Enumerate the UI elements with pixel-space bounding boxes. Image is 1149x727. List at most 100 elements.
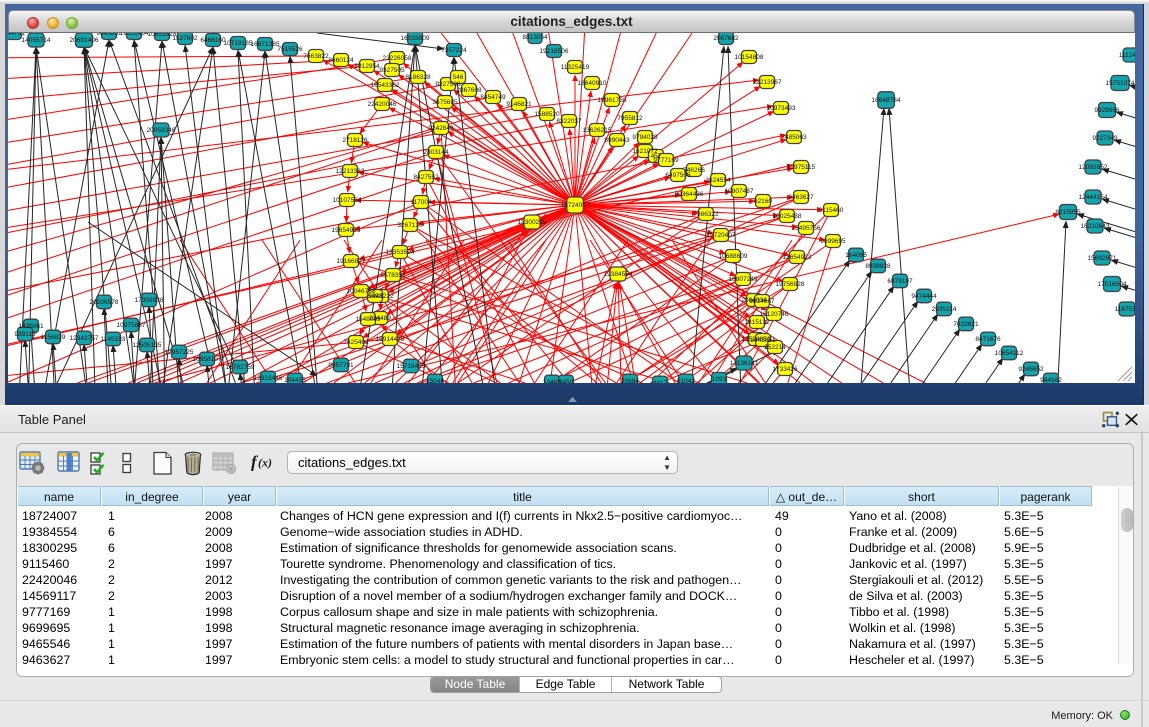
svg-text:20364436: 20364436 xyxy=(675,191,704,198)
svg-text:9327505: 9327505 xyxy=(379,67,405,74)
svg-text:19218506: 19218506 xyxy=(540,48,569,55)
svg-text:11325419: 11325419 xyxy=(561,64,590,71)
svg-text:16671385: 16671385 xyxy=(251,41,280,48)
svg-text:16961758: 16961758 xyxy=(598,97,627,104)
svg-text:15046: 15046 xyxy=(426,378,444,383)
svg-text:12923446: 12923446 xyxy=(254,375,283,382)
svg-text:15720407: 15720407 xyxy=(707,232,736,239)
svg-text:9699695: 9699695 xyxy=(820,238,846,245)
svg-text:104455: 104455 xyxy=(284,377,306,383)
svg-text:18807249: 18807249 xyxy=(729,276,758,283)
svg-text:7515526: 7515526 xyxy=(277,46,303,53)
svg-text:10975887: 10975887 xyxy=(117,322,146,329)
svg-text:12505135: 12505135 xyxy=(133,342,162,349)
svg-text:546: 546 xyxy=(453,74,464,81)
svg-text:7955812: 7955812 xyxy=(617,115,643,122)
svg-text:19384554: 19384554 xyxy=(604,271,633,278)
svg-text:12213363: 12213363 xyxy=(336,168,365,175)
svg-text:6466160: 6466160 xyxy=(200,37,226,44)
svg-text:15716485: 15716485 xyxy=(397,363,426,370)
svg-text:944562: 944562 xyxy=(1040,377,1062,383)
svg-text:13626215: 13626215 xyxy=(583,127,612,134)
svg-text:9643361: 9643361 xyxy=(96,33,122,37)
svg-text:3267130: 3267130 xyxy=(397,222,423,229)
svg-text:939119: 939119 xyxy=(14,331,36,338)
svg-text:17957225: 17957225 xyxy=(165,349,194,356)
svg-text:15751074: 15751074 xyxy=(1106,80,1135,87)
svg-text:10025438: 10025438 xyxy=(773,213,802,220)
svg-text:9474444: 9474444 xyxy=(911,293,937,300)
svg-text:9794028: 9794028 xyxy=(632,134,658,141)
svg-text:10807487: 10807487 xyxy=(725,188,754,195)
svg-text:1527602: 1527602 xyxy=(172,35,198,42)
svg-text:17359938: 17359938 xyxy=(135,297,164,304)
svg-text:1815132: 1815132 xyxy=(744,319,770,326)
svg-text:1112473: 1112473 xyxy=(1119,52,1135,59)
svg-text:19654955: 19654955 xyxy=(332,227,361,234)
svg-text:18300295: 18300295 xyxy=(518,219,547,226)
svg-text:10719185: 10719185 xyxy=(224,40,253,47)
svg-text:18724007: 18724007 xyxy=(561,202,590,209)
svg-text:9834067: 9834067 xyxy=(749,298,775,305)
svg-text:9450: 9450 xyxy=(559,379,574,383)
svg-text:5493: 5493 xyxy=(368,293,383,300)
svg-text:10688609: 10688609 xyxy=(719,253,748,260)
svg-text:1588520: 1588520 xyxy=(534,111,560,118)
svg-text:6879197: 6879197 xyxy=(887,278,913,285)
svg-text:9115460: 9115460 xyxy=(819,207,844,214)
svg-text:16033809: 16033809 xyxy=(401,35,430,42)
svg-text:8454749: 8454749 xyxy=(480,94,506,101)
svg-text:8215955: 8215955 xyxy=(1055,209,1081,216)
svg-text:2803144: 2803144 xyxy=(423,149,449,156)
svg-text:16648784: 16648784 xyxy=(872,97,901,104)
svg-text:10107554: 10107554 xyxy=(333,197,362,204)
svg-text:8186328: 8186328 xyxy=(405,74,431,81)
svg-text:16210643: 16210643 xyxy=(1081,223,1110,230)
svg-text:9857791: 9857791 xyxy=(328,362,354,369)
svg-text:23226058: 23226058 xyxy=(383,55,412,62)
svg-text:1435061: 1435061 xyxy=(18,323,44,330)
svg-text:20206578: 20206578 xyxy=(90,299,119,306)
svg-text:2443851: 2443851 xyxy=(750,337,776,344)
svg-text:1156829: 1156829 xyxy=(41,334,66,341)
svg-text:8912954: 8912954 xyxy=(354,63,380,70)
svg-text:1548099: 1548099 xyxy=(355,316,381,323)
svg-text:7485063: 7485063 xyxy=(781,134,807,141)
svg-text:7986322: 7986322 xyxy=(693,211,719,218)
svg-text:4417: 4417 xyxy=(653,380,668,383)
svg-text:20691406: 20691406 xyxy=(70,37,99,44)
svg-text:12444154: 12444154 xyxy=(1079,194,1108,201)
svg-text:9245652: 9245652 xyxy=(1018,366,1044,373)
svg-text:17016504: 17016504 xyxy=(1098,281,1127,288)
svg-text:8427552: 8427552 xyxy=(413,174,439,181)
svg-text:12975115: 12975115 xyxy=(787,164,816,171)
svg-text:10958107: 10958107 xyxy=(193,356,222,363)
svg-text:18640910: 18640910 xyxy=(578,80,607,87)
svg-text:2087682: 2087682 xyxy=(713,35,739,42)
svg-text:1733426: 1733426 xyxy=(772,366,798,373)
svg-text:3624554: 3624554 xyxy=(705,177,731,184)
svg-text:3675685: 3675685 xyxy=(432,99,458,106)
svg-text:14055714: 14055714 xyxy=(22,37,51,44)
svg-text:(x): (x) xyxy=(258,456,272,470)
svg-text:10973493: 10973493 xyxy=(767,105,796,112)
svg-text:7663822: 7663822 xyxy=(303,53,329,60)
svg-text:117004: 117004 xyxy=(410,199,432,206)
svg-text:22420046: 22420046 xyxy=(368,101,397,108)
svg-text:19351464: 19351464 xyxy=(120,33,149,37)
svg-text:13654923: 13654923 xyxy=(783,254,812,261)
svg-text:20053346: 20053346 xyxy=(147,127,176,134)
svg-text:2935114: 2935114 xyxy=(932,306,957,313)
svg-text:7632621: 7632621 xyxy=(953,321,979,328)
svg-text:2718126: 2718126 xyxy=(342,137,368,144)
svg-text:9227349: 9227349 xyxy=(1092,135,1118,142)
svg-text:16543362: 16543362 xyxy=(371,82,400,89)
svg-text:19756928: 19756928 xyxy=(776,281,805,288)
svg-text:8660124: 8660124 xyxy=(328,57,354,64)
svg-text:19166827: 19166827 xyxy=(337,258,366,265)
svg-text:1145193: 1145193 xyxy=(101,336,126,343)
svg-text:9329966: 9329966 xyxy=(1094,107,1120,114)
svg-text:252214: 252214 xyxy=(764,344,786,351)
svg-text:16120746: 16120746 xyxy=(760,311,789,318)
svg-text:9146821: 9146821 xyxy=(506,101,532,108)
